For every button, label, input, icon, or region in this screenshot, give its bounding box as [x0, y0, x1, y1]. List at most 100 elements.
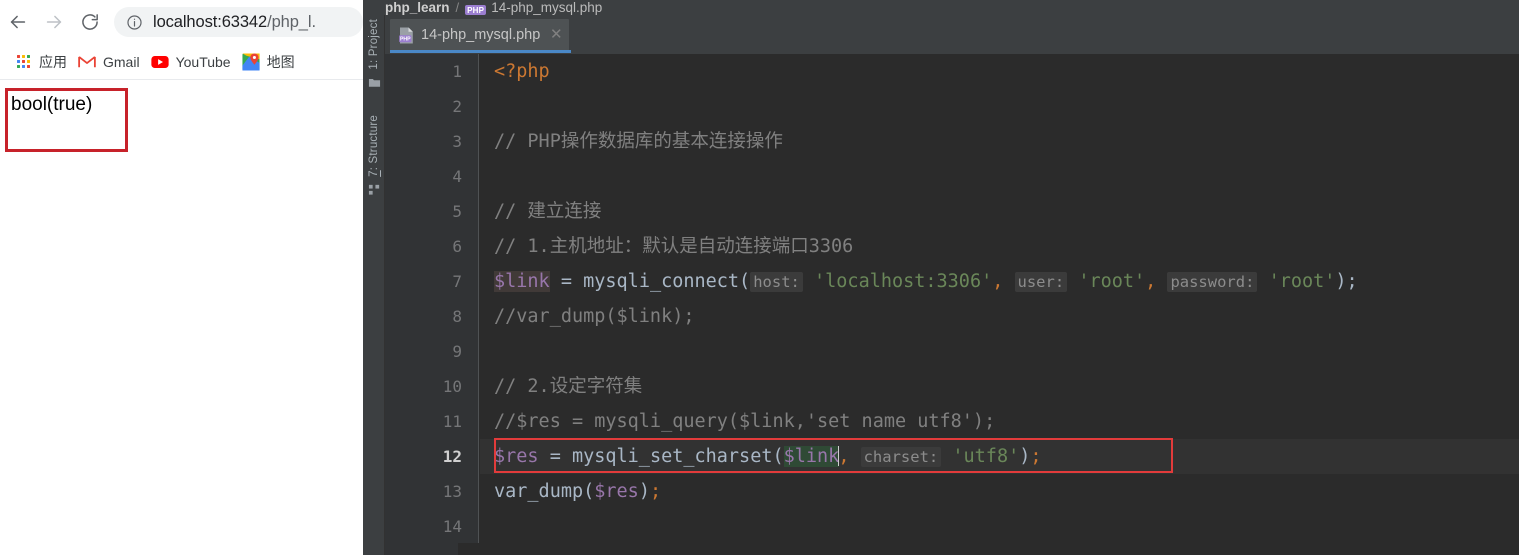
token-assign: =: [538, 446, 572, 467]
token-semicolon: ;: [1030, 446, 1042, 467]
line-number-gutter: 1 2 3 4 5 6 7 8 9 10 11 12 13 14: [385, 54, 479, 543]
token-string-host: 'localhost:3306': [802, 271, 993, 292]
url-host: localhost:63342: [153, 12, 268, 31]
bookmark-apps[interactable]: 应用: [10, 49, 74, 75]
token-close-paren: ): [1019, 446, 1031, 467]
token-comment: // 2.设定字符集: [494, 376, 643, 397]
breadcrumb: php_learn / PHP 14-php_mysql.php: [363, 0, 1519, 15]
output-highlight-box: bool(true): [5, 88, 128, 152]
reload-button[interactable]: [72, 4, 108, 40]
token-string-password: 'root': [1257, 271, 1336, 292]
param-hint-user: user:: [1014, 272, 1068, 292]
bookmark-maps-label: 地图: [266, 53, 295, 70]
token-comment: // 建立连接: [494, 201, 602, 222]
youtube-icon: [150, 53, 169, 71]
token-comma: ,: [992, 271, 1004, 292]
editor-tab-active-underline: [390, 50, 571, 53]
code-line-2[interactable]: [480, 89, 494, 124]
bookmark-maps[interactable]: 地图: [238, 49, 302, 75]
browser-toolbar: localhost:63342/php_l.: [0, 0, 363, 44]
bookmarks-bar: 应用 Gmail YouTube 地图: [0, 44, 363, 80]
token-string-user: 'root': [1067, 271, 1146, 292]
code-line-13[interactable]: var_dump($res);: [480, 474, 661, 509]
ide-window: php_learn / PHP 14-php_mysql.php 1: Proj…: [363, 0, 1519, 555]
forward-arrow-icon: [43, 11, 65, 33]
code-line-5[interactable]: // 建立连接: [480, 194, 601, 229]
line-number[interactable]: 13: [443, 474, 462, 509]
token-comment: //var_dump($link);: [494, 306, 695, 327]
reload-icon: [80, 12, 100, 32]
back-button[interactable]: [0, 4, 36, 40]
token-close-paren: ): [638, 481, 650, 502]
token-call-tail: );: [1335, 271, 1358, 292]
tool-window-project-label: 1: Project: [368, 19, 380, 70]
code-text-area[interactable]: <?php // PHP操作数据库的基本连接操作 // 建立连接 // 1.主机…: [480, 54, 1519, 543]
left-tool-strip: 1: Project 7: Structure: [363, 15, 385, 555]
bookmark-youtube-label: YouTube: [175, 53, 231, 70]
token-comma: ,: [1145, 271, 1157, 292]
php-file-badge-icon: PHP: [465, 5, 487, 15]
token-comment: //$res = mysqli_query($link,'set name ut…: [494, 411, 996, 432]
editor-tab-14-php-mysql[interactable]: PHP 14-php_mysql.php ✕: [390, 19, 570, 51]
line-number[interactable]: 6: [452, 229, 462, 264]
line-number[interactable]: 4: [452, 159, 462, 194]
token-comment: // 1.主机地址：默认是自动连接端口3306: [494, 236, 854, 257]
ide-bottom-strip: [385, 543, 1519, 555]
token-semicolon: ;: [649, 481, 662, 502]
line-number[interactable]: 11: [443, 404, 462, 439]
code-line-6[interactable]: // 1.主机地址：默认是自动连接端口3306: [480, 229, 853, 264]
token-function-var-dump: var_dump(: [494, 481, 595, 502]
bookmark-gmail[interactable]: Gmail: [74, 49, 147, 75]
editor-tab-bar: PHP 14-php_mysql.php ✕: [385, 15, 1519, 54]
tool-window-structure[interactable]: 7: Structure: [363, 115, 385, 196]
editor-tab-label: 14-php_mysql.php: [421, 27, 541, 43]
bookmark-gmail-label: Gmail: [103, 53, 140, 70]
token-variable-res: $res: [594, 481, 639, 502]
line-number[interactable]: 2: [452, 89, 462, 124]
code-line-8[interactable]: //var_dump($link);: [480, 299, 694, 334]
breadcrumb-separator: /: [455, 0, 460, 15]
line-number[interactable]: 10: [443, 369, 462, 404]
browser-window: localhost:63342/php_l. 应用 Gmail YouTube …: [0, 0, 363, 555]
url-text: localhost:63342/php_l.: [153, 13, 316, 32]
tool-window-project[interactable]: 1: Project: [363, 19, 385, 89]
token-function-mysqli-connect: mysqli_connect(: [583, 271, 751, 292]
code-line-12[interactable]: $res = mysqli_set_charset($link, charset…: [480, 439, 1519, 474]
code-line-10[interactable]: // 2.设定字符集: [480, 369, 642, 404]
url-path: /php_l.: [267, 12, 316, 31]
google-maps-icon: [242, 52, 260, 71]
line-number-current[interactable]: 12: [443, 439, 462, 474]
code-line-7[interactable]: $link = mysqli_connect(host: 'localhost:…: [480, 264, 1358, 299]
line-number[interactable]: 8: [452, 299, 462, 334]
var-dump-output: bool(true): [11, 94, 93, 115]
close-icon[interactable]: ✕: [549, 27, 563, 42]
code-line-9[interactable]: [480, 334, 494, 369]
code-line-1[interactable]: <?php: [480, 54, 550, 89]
line-number[interactable]: 3: [452, 124, 462, 159]
code-line-4[interactable]: [480, 159, 494, 194]
code-line-3[interactable]: // PHP操作数据库的基本连接操作: [480, 124, 783, 159]
param-hint-password: password:: [1167, 272, 1258, 292]
structure-icon: [368, 183, 381, 196]
param-hint-charset: charset:: [860, 447, 942, 467]
screen: localhost:63342/php_l. 应用 Gmail YouTube …: [0, 0, 1519, 555]
line-number[interactable]: 9: [452, 334, 462, 369]
token-variable-link-selected: $link: [783, 446, 840, 467]
folder-icon: [368, 76, 381, 89]
forward-button[interactable]: [36, 4, 72, 40]
ide-bottom-strip-inner: [458, 543, 1519, 555]
code-editor[interactable]: 1 2 3 4 5 6 7 8 9 10 11 12 13 14 <?php /…: [385, 54, 1519, 543]
line-number[interactable]: 1: [452, 54, 462, 89]
line-number[interactable]: 14: [443, 509, 462, 543]
line-number[interactable]: 7: [452, 264, 462, 299]
token-string-charset: 'utf8': [941, 446, 1020, 467]
breadcrumb-file[interactable]: 14-php_mysql.php: [491, 1, 602, 15]
code-line-14[interactable]: [480, 509, 494, 543]
code-line-11[interactable]: //$res = mysqli_query($link,'set name ut…: [480, 404, 995, 439]
bookmark-youtube[interactable]: YouTube: [147, 49, 238, 75]
line-number[interactable]: 5: [452, 194, 462, 229]
info-circle-icon[interactable]: [126, 14, 143, 31]
breadcrumb-project[interactable]: php_learn: [385, 1, 450, 15]
token-variable-res: $res: [494, 446, 539, 467]
address-bar[interactable]: localhost:63342/php_l.: [114, 7, 363, 37]
